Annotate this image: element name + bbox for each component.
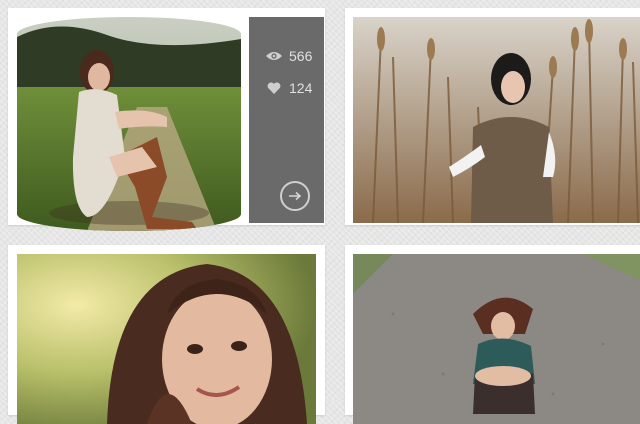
gallery-card-2[interactable]	[345, 8, 640, 225]
likes-count: 124	[289, 80, 313, 96]
photo-girl-sitting-on-dirt-path[interactable]	[17, 17, 241, 231]
gallery-card-3[interactable]	[8, 245, 325, 424]
arrow-right-icon	[288, 191, 302, 201]
views-count: 566	[289, 48, 313, 64]
photo-girl-smiling-closeup[interactable]	[17, 254, 316, 424]
gallery-card-1[interactable]: 566 124	[8, 8, 325, 231]
views-stat: 566	[265, 48, 312, 64]
photo-stats-panel: 566 124	[249, 17, 324, 223]
gallery-card-4[interactable]	[345, 245, 640, 424]
heart-icon	[265, 81, 283, 95]
likes-stat: 124	[265, 80, 312, 96]
photo-girl-in-tall-reeds[interactable]	[353, 17, 640, 223]
photo-girl-sitting-on-road[interactable]	[353, 254, 640, 424]
eye-icon	[265, 49, 283, 63]
open-photo-button[interactable]	[280, 181, 310, 211]
